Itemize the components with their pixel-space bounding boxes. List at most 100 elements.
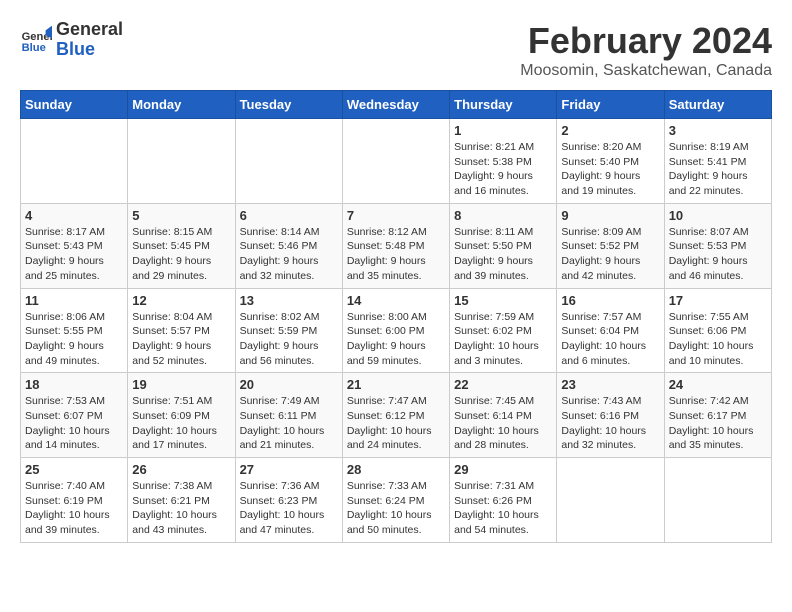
day-number: 3 bbox=[669, 123, 767, 138]
calendar-week-row: 11 Sunrise: 8:06 AMSunset: 5:55 PMDayligh… bbox=[21, 288, 772, 373]
day-info: Sunrise: 7:51 AMSunset: 6:09 PMDaylight:… bbox=[132, 394, 230, 453]
calendar-day-cell: 28 Sunrise: 7:33 AMSunset: 6:24 PMDayligh… bbox=[342, 458, 449, 543]
day-info: Sunrise: 8:12 AMSunset: 5:48 PMDaylight:… bbox=[347, 225, 445, 284]
calendar-day-cell: 15 Sunrise: 7:59 AMSunset: 6:02 PMDayligh… bbox=[450, 288, 557, 373]
day-info: Sunrise: 7:42 AMSunset: 6:17 PMDaylight:… bbox=[669, 394, 767, 453]
day-number: 27 bbox=[240, 462, 338, 477]
calendar-day-cell: 5 Sunrise: 8:15 AMSunset: 5:45 PMDaylight… bbox=[128, 203, 235, 288]
day-number: 8 bbox=[454, 208, 552, 223]
day-header-thursday: Thursday bbox=[450, 91, 557, 119]
day-info: Sunrise: 7:47 AMSunset: 6:12 PMDaylight:… bbox=[347, 394, 445, 453]
day-header-saturday: Saturday bbox=[664, 91, 771, 119]
day-info: Sunrise: 7:38 AMSunset: 6:21 PMDaylight:… bbox=[132, 479, 230, 538]
page-header: General Blue General Blue February 2024 … bbox=[20, 20, 772, 80]
calendar-day-cell: 19Sunrise: 7:51 AMSunset: 6:09 PMDayligh… bbox=[128, 373, 235, 458]
calendar-week-row: 25 Sunrise: 7:40 AMSunset: 6:19 PMDayligh… bbox=[21, 458, 772, 543]
title-area: February 2024 Moosomin, Saskatchewan, Ca… bbox=[520, 20, 772, 80]
day-info: Sunrise: 8:14 AMSunset: 5:46 PMDaylight:… bbox=[240, 225, 338, 284]
calendar-week-row: 18 Sunrise: 7:53 AMSunset: 6:07 PMDayligh… bbox=[21, 373, 772, 458]
calendar-day-cell bbox=[21, 119, 128, 204]
day-number: 7 bbox=[347, 208, 445, 223]
calendar-header-row: SundayMondayTuesdayWednesdayThursdayFrid… bbox=[21, 91, 772, 119]
calendar-day-cell: 13 Sunrise: 8:02 AMSunset: 5:59 PMDayligh… bbox=[235, 288, 342, 373]
day-info: Sunrise: 8:04 AMSunset: 5:57 PMDaylight:… bbox=[132, 310, 230, 369]
day-number: 29 bbox=[454, 462, 552, 477]
day-header-sunday: Sunday bbox=[21, 91, 128, 119]
month-title: February 2024 bbox=[520, 20, 772, 62]
day-info: Sunrise: 7:59 AMSunset: 6:02 PMDaylight:… bbox=[454, 310, 552, 369]
calendar-day-cell: 14 Sunrise: 8:00 AMSunset: 6:00 PMDayligh… bbox=[342, 288, 449, 373]
calendar-day-cell: 18 Sunrise: 7:53 AMSunset: 6:07 PMDayligh… bbox=[21, 373, 128, 458]
day-info: Sunrise: 8:20 AMSunset: 5:40 PMDaylight:… bbox=[561, 140, 659, 199]
logo-icon: General Blue bbox=[20, 24, 52, 56]
day-number: 10 bbox=[669, 208, 767, 223]
calendar-day-cell bbox=[342, 119, 449, 204]
calendar-day-cell: 3 Sunrise: 8:19 AMSunset: 5:41 PMDaylight… bbox=[664, 119, 771, 204]
calendar-day-cell: 11 Sunrise: 8:06 AMSunset: 5:55 PMDayligh… bbox=[21, 288, 128, 373]
day-number: 2 bbox=[561, 123, 659, 138]
calendar-day-cell: 29 Sunrise: 7:31 AMSunset: 6:26 PMDayligh… bbox=[450, 458, 557, 543]
calendar-day-cell: 9 Sunrise: 8:09 AMSunset: 5:52 PMDaylight… bbox=[557, 203, 664, 288]
day-number: 23 bbox=[561, 377, 659, 392]
day-info: Sunrise: 7:53 AMSunset: 6:07 PMDaylight:… bbox=[25, 394, 123, 453]
day-number: 15 bbox=[454, 293, 552, 308]
day-number: 13 bbox=[240, 293, 338, 308]
calendar-day-cell: 22Sunrise: 7:45 AMSunset: 6:14 PMDayligh… bbox=[450, 373, 557, 458]
day-number: 16 bbox=[561, 293, 659, 308]
calendar-day-cell: 16 Sunrise: 7:57 AMSunset: 6:04 PMDayligh… bbox=[557, 288, 664, 373]
calendar-day-cell: 25 Sunrise: 7:40 AMSunset: 6:19 PMDayligh… bbox=[21, 458, 128, 543]
calendar-week-row: 4Sunrise: 8:17 AMSunset: 5:43 PMDaylight… bbox=[21, 203, 772, 288]
day-info: Sunrise: 7:31 AMSunset: 6:26 PMDaylight:… bbox=[454, 479, 552, 538]
day-number: 14 bbox=[347, 293, 445, 308]
day-number: 20 bbox=[240, 377, 338, 392]
calendar-day-cell: 12 Sunrise: 8:04 AMSunset: 5:57 PMDayligh… bbox=[128, 288, 235, 373]
logo: General Blue General Blue bbox=[20, 20, 123, 60]
day-info: Sunrise: 7:57 AMSunset: 6:04 PMDaylight:… bbox=[561, 310, 659, 369]
day-info: Sunrise: 8:06 AMSunset: 5:55 PMDaylight:… bbox=[25, 310, 123, 369]
day-number: 11 bbox=[25, 293, 123, 308]
day-info: Sunrise: 8:19 AMSunset: 5:41 PMDaylight:… bbox=[669, 140, 767, 199]
day-number: 9 bbox=[561, 208, 659, 223]
day-number: 25 bbox=[25, 462, 123, 477]
calendar-day-cell: 21 Sunrise: 7:47 AMSunset: 6:12 PMDayligh… bbox=[342, 373, 449, 458]
day-info: Sunrise: 7:49 AMSunset: 6:11 PMDaylight:… bbox=[240, 394, 338, 453]
day-info: Sunrise: 7:40 AMSunset: 6:19 PMDaylight:… bbox=[25, 479, 123, 538]
location-subtitle: Moosomin, Saskatchewan, Canada bbox=[520, 62, 772, 80]
calendar-week-row: 1 Sunrise: 8:21 AMSunset: 5:38 PMDaylight… bbox=[21, 119, 772, 204]
calendar-day-cell: 17 Sunrise: 7:55 AMSunset: 6:06 PMDayligh… bbox=[664, 288, 771, 373]
day-header-tuesday: Tuesday bbox=[235, 91, 342, 119]
svg-text:Blue: Blue bbox=[22, 42, 46, 54]
day-info: Sunrise: 8:07 AMSunset: 5:53 PMDaylight:… bbox=[669, 225, 767, 284]
day-number: 17 bbox=[669, 293, 767, 308]
calendar-day-cell: 2 Sunrise: 8:20 AMSunset: 5:40 PMDaylight… bbox=[557, 119, 664, 204]
day-number: 5 bbox=[132, 208, 230, 223]
calendar-day-cell: 23 Sunrise: 7:43 AMSunset: 6:16 PMDayligh… bbox=[557, 373, 664, 458]
day-info: Sunrise: 7:43 AMSunset: 6:16 PMDaylight:… bbox=[561, 394, 659, 453]
calendar-day-cell bbox=[128, 119, 235, 204]
day-header-monday: Monday bbox=[128, 91, 235, 119]
day-number: 6 bbox=[240, 208, 338, 223]
calendar-day-cell: 4Sunrise: 8:17 AMSunset: 5:43 PMDaylight… bbox=[21, 203, 128, 288]
calendar-day-cell: 27 Sunrise: 7:36 AMSunset: 6:23 PMDayligh… bbox=[235, 458, 342, 543]
calendar-day-cell: 7 Sunrise: 8:12 AMSunset: 5:48 PMDaylight… bbox=[342, 203, 449, 288]
day-number: 1 bbox=[454, 123, 552, 138]
day-number: 21 bbox=[347, 377, 445, 392]
day-info: Sunrise: 7:55 AMSunset: 6:06 PMDaylight:… bbox=[669, 310, 767, 369]
day-info: Sunrise: 8:00 AMSunset: 6:00 PMDaylight:… bbox=[347, 310, 445, 369]
day-info: Sunrise: 7:36 AMSunset: 6:23 PMDaylight:… bbox=[240, 479, 338, 538]
day-info: Sunrise: 7:33 AMSunset: 6:24 PMDaylight:… bbox=[347, 479, 445, 538]
calendar-day-cell: 26Sunrise: 7:38 AMSunset: 6:21 PMDayligh… bbox=[128, 458, 235, 543]
day-number: 12 bbox=[132, 293, 230, 308]
day-info: Sunrise: 8:02 AMSunset: 5:59 PMDaylight:… bbox=[240, 310, 338, 369]
calendar-day-cell: 20 Sunrise: 7:49 AMSunset: 6:11 PMDayligh… bbox=[235, 373, 342, 458]
day-info: Sunrise: 8:09 AMSunset: 5:52 PMDaylight:… bbox=[561, 225, 659, 284]
day-info: Sunrise: 8:21 AMSunset: 5:38 PMDaylight:… bbox=[454, 140, 552, 199]
day-number: 28 bbox=[347, 462, 445, 477]
calendar-day-cell: 6 Sunrise: 8:14 AMSunset: 5:46 PMDaylight… bbox=[235, 203, 342, 288]
day-info: Sunrise: 7:45 AMSunset: 6:14 PMDaylight:… bbox=[454, 394, 552, 453]
logo-text: General Blue bbox=[56, 20, 123, 60]
calendar-day-cell: 24Sunrise: 7:42 AMSunset: 6:17 PMDayligh… bbox=[664, 373, 771, 458]
day-number: 18 bbox=[25, 377, 123, 392]
day-info: Sunrise: 8:15 AMSunset: 5:45 PMDaylight:… bbox=[132, 225, 230, 284]
calendar-day-cell bbox=[664, 458, 771, 543]
